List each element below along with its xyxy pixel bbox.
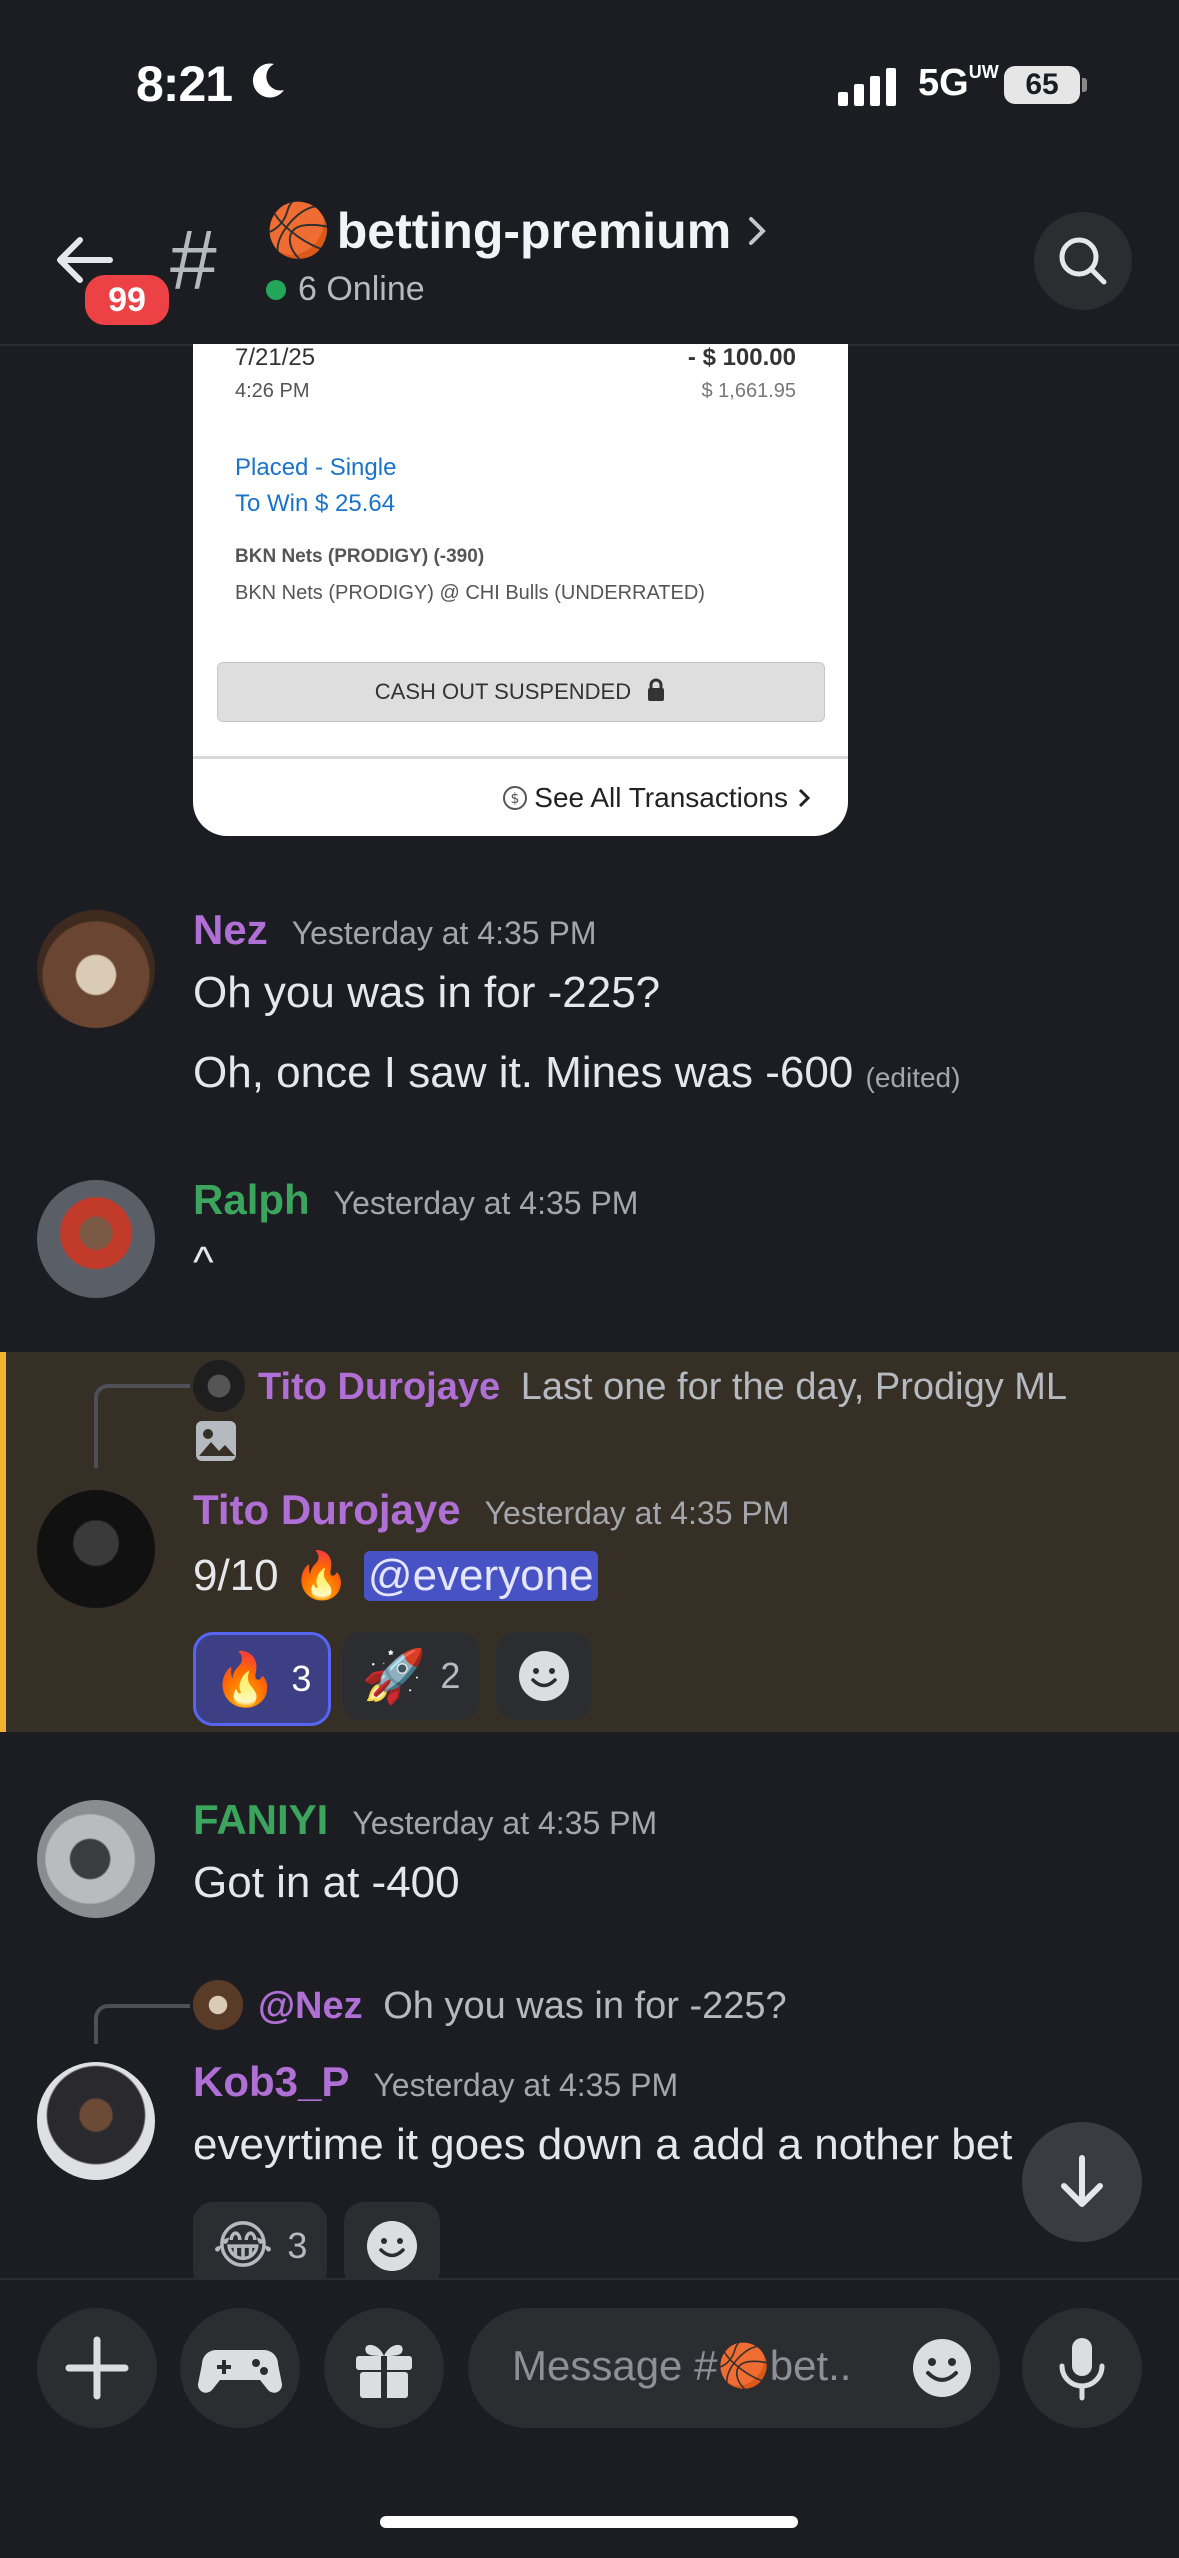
everyone-mention[interactable]: @everyone — [363, 1550, 598, 1601]
bet-slip-image[interactable]: 7/21/25 4:26 PM - $ 100.00 $ 1,661.95 Pl… — [193, 344, 848, 836]
message-header-faniyi: FANIYI Yesterday at 4:35 PM — [193, 1796, 657, 1844]
card-divider — [193, 756, 848, 759]
reply-avatar — [193, 1360, 245, 1412]
reply-connector — [94, 2004, 190, 2044]
reaction-fire[interactable]: 🔥 3 — [193, 1632, 331, 1726]
message-header-kob3p: Kob3_P Yesterday at 4:35 PM — [193, 2058, 678, 2106]
reply-avatar — [193, 1980, 243, 2030]
microphone-icon — [1059, 2338, 1105, 2401]
timestamp: Yesterday at 4:35 PM — [373, 2067, 679, 2103]
channel-name: betting-premium — [336, 202, 732, 259]
see-all-transactions: $ See All Transactions — [502, 782, 814, 814]
add-reaction-icon — [367, 2221, 417, 2271]
message-header-tito: Tito Durojaye Yesterday at 4:35 PM — [193, 1486, 789, 1534]
online-count: 6 Online — [266, 270, 425, 309]
timestamp: Yesterday at 4:35 PM — [333, 1185, 639, 1221]
mention-bar — [0, 1352, 6, 1732]
message-text: Oh you was in for -225? — [193, 968, 661, 1017]
timestamp: Yesterday at 4:35 PM — [352, 1805, 658, 1841]
svg-text:$: $ — [511, 791, 520, 807]
bet-pick: BKN Nets (PRODIGY) (-390) — [235, 546, 485, 567]
bet-balance: $ 1,661.95 — [701, 380, 796, 402]
username[interactable]: Kob3_P — [193, 2058, 349, 2106]
gamepad-icon — [197, 2350, 283, 2393]
message-text: 9/10 🔥 @everyone — [193, 1548, 598, 1603]
message-text: eveyrtime it goes down a add a nother be… — [193, 2120, 1013, 2169]
search-icon — [1059, 237, 1107, 285]
reply-connector — [94, 1384, 190, 1468]
search-button[interactable] — [1034, 212, 1132, 310]
username[interactable]: Nez — [193, 906, 268, 954]
avatar-kob3p[interactable] — [37, 2062, 155, 2180]
signal-icon — [838, 66, 896, 106]
info-icon: $ — [503, 786, 528, 810]
fire-emoji: 🔥 — [292, 1548, 350, 1602]
avatar-nez[interactable] — [37, 910, 155, 1028]
username[interactable]: Tito Durojaye — [193, 1486, 461, 1534]
online-dot — [266, 279, 286, 300]
message-header-nez: Nez Yesterday at 4:35 PM — [193, 906, 596, 954]
chevron-right-icon — [798, 788, 811, 808]
moon-icon — [252, 63, 284, 98]
avatar-ralph[interactable] — [37, 1180, 155, 1298]
battery-tip — [1082, 78, 1087, 92]
timestamp: Yesterday at 4:35 PM — [291, 915, 597, 951]
reply-preview[interactable]: Tito Durojaye Last one for the day, Prod… — [258, 1366, 1067, 1409]
lock-icon — [648, 678, 665, 701]
add-reaction-button[interactable] — [344, 2202, 440, 2290]
message-header-ralph: Ralph Yesterday at 4:35 PM — [193, 1176, 638, 1224]
reaction-laughing[interactable]: 😂 3 — [193, 2202, 327, 2290]
activities-button[interactable] — [180, 2308, 300, 2428]
gift-icon — [356, 2344, 412, 2398]
avatar-faniyi[interactable] — [37, 1800, 155, 1918]
message-text: Got in at -400 — [193, 1858, 460, 1907]
home-indicator — [380, 2516, 798, 2528]
gift-button[interactable] — [324, 2308, 444, 2428]
bet-type: Placed - Single — [235, 454, 397, 481]
status-time: 8:21 — [136, 56, 233, 112]
timestamp: Yesterday at 4:35 PM — [484, 1495, 790, 1531]
cashout-button: CASH OUT SUSPENDED — [217, 662, 825, 722]
bet-to-win: To Win $ 25.64 — [235, 490, 396, 517]
reply-preview[interactable]: @Nez Oh you was in for -225? — [258, 1985, 787, 2028]
emoji-icon[interactable] — [910, 2336, 974, 2400]
voice-message-button[interactable] — [1022, 2308, 1142, 2428]
add-reaction-button[interactable] — [496, 1632, 592, 1720]
basketball-emoji: 🏀 — [266, 201, 331, 261]
avatar-tito[interactable] — [37, 1490, 155, 1608]
bet-amount: - $ 100.00 — [687, 344, 796, 371]
unread-badge: 99 — [80, 270, 174, 330]
image-icon — [196, 1421, 236, 1461]
chevron-right-icon — [749, 216, 767, 245]
username[interactable]: FANIYI — [193, 1796, 328, 1844]
network-indicator: 5GUW — [918, 62, 999, 104]
message-placeholder: Message #🏀bet.. — [512, 2342, 852, 2389]
bet-date: 7/21/25 — [235, 344, 316, 371]
message-text: ^ — [193, 1238, 214, 1287]
add-reaction-icon — [519, 1651, 569, 1701]
reaction-rocket[interactable]: 🚀 2 — [342, 1632, 480, 1720]
battery-level: 65 — [1004, 66, 1080, 104]
bet-time: 4:26 PM — [235, 380, 310, 402]
message-text: Oh, once I saw it. Mines was -600 (edite… — [193, 1048, 961, 1097]
channel-title[interactable]: 🏀 betting-premium — [266, 200, 777, 261]
add-attachment-button[interactable] — [37, 2308, 157, 2428]
hash-icon: # — [170, 213, 217, 307]
message-input[interactable]: Message #🏀bet.. — [468, 2308, 1000, 2428]
jump-to-bottom-button[interactable] — [1022, 2122, 1142, 2242]
bet-matchup: BKN Nets (PRODIGY) @ CHI Bulls (UNDERRAT… — [235, 582, 705, 604]
arrow-down-icon — [1061, 2155, 1103, 2207]
username[interactable]: Ralph — [193, 1176, 310, 1224]
plus-icon — [65, 2336, 129, 2400]
edited-tag: (edited) — [865, 1062, 961, 1093]
